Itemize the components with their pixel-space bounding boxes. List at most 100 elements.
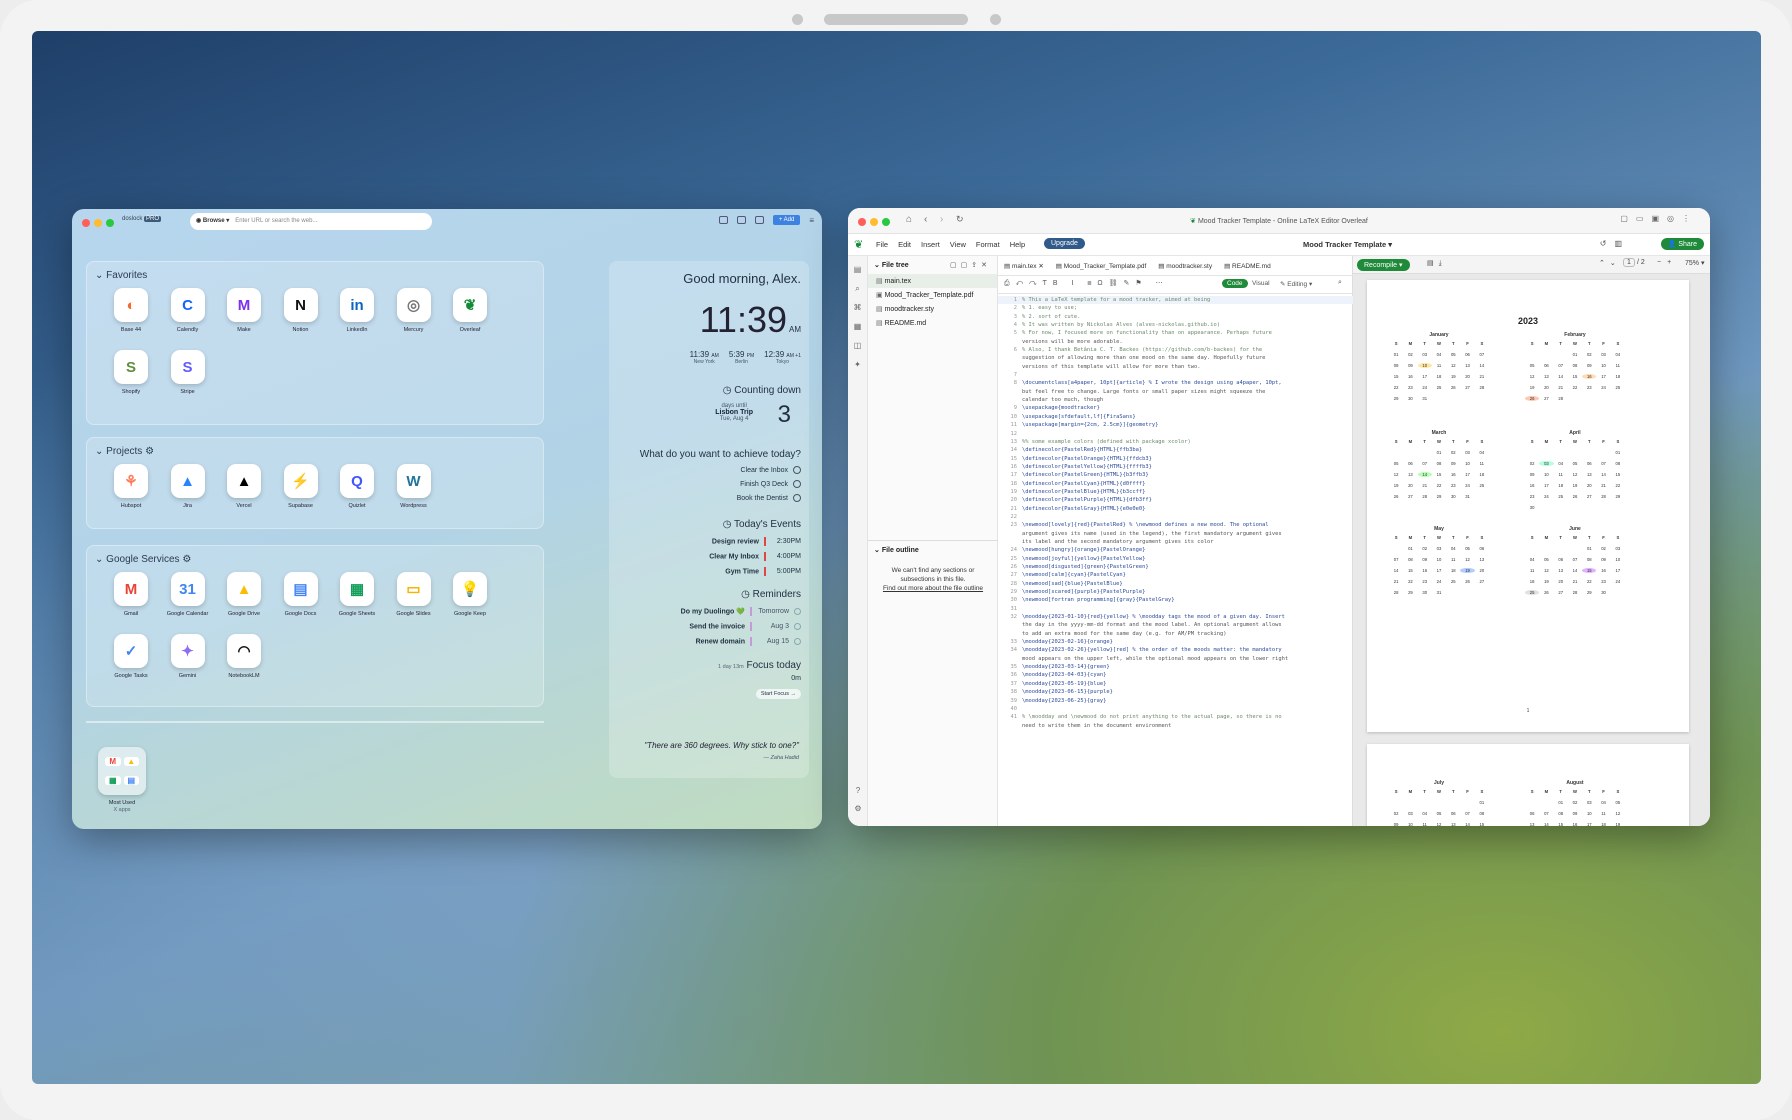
outline-link[interactable]: Find out more about the file outline (883, 585, 983, 592)
goal-item[interactable]: Book the Dentist (737, 494, 801, 502)
overleaf-logo-icon[interactable]: ❦ (854, 238, 863, 251)
app-google-sheets[interactable]: ▦ Google Sheets (327, 572, 387, 617)
app-hubspot[interactable]: ⚘ Hubspot (101, 464, 161, 509)
app-calendly[interactable]: C Calendly (158, 288, 218, 333)
app-base44[interactable]: ◐ Base 44 (101, 288, 161, 333)
reminder-checkbox[interactable] (794, 608, 801, 615)
zoom-dot[interactable] (106, 219, 114, 227)
menu-item[interactable]: Help (1010, 240, 1025, 249)
goal-item[interactable]: Clear the Inbox (737, 466, 801, 474)
month-name: April (1569, 430, 1581, 436)
add-button[interactable]: + Add (772, 215, 801, 225)
app-overleaf[interactable]: ❦ Overleaf (440, 288, 500, 333)
file-item[interactable]: ▣ Mood_Tracker_Template.pdf (868, 288, 997, 302)
folder-icon: M ▲ ▦ ▤ (98, 747, 146, 795)
recompile-button[interactable]: Recompile ▾ (1357, 259, 1410, 271)
day-cell: 09 (1422, 557, 1428, 562)
reminder-item[interactable]: Send the invoice Aug 3 (681, 622, 801, 631)
page-input[interactable]: 1 (1623, 258, 1635, 267)
app-gemini[interactable]: ✦ Gemini (158, 634, 218, 679)
app-google-calendar[interactable]: 31 Google Calendar (158, 572, 218, 617)
app-stripe[interactable]: S Stripe (158, 350, 218, 395)
app-google-drive[interactable]: ▲ Google Drive (214, 572, 274, 617)
code-line: 18 \definecolor{PastelCyan}{HTML}{d0ffff} (998, 480, 1353, 488)
app-gmail[interactable]: M Gmail (101, 572, 161, 617)
reminder-checkbox[interactable] (794, 623, 801, 630)
menu-item[interactable]: View (950, 240, 966, 249)
upgrade-button[interactable]: Upgrade (1044, 238, 1085, 249)
app-make[interactable]: M Make (214, 288, 274, 333)
editing-dropdown[interactable]: ✎ Editing ▾ (1280, 280, 1312, 288)
list-view-icon[interactable] (736, 216, 746, 224)
app-google-keep[interactable]: 💡 Google Keep (440, 572, 500, 617)
app-google-docs[interactable]: ▤ Google Docs (271, 572, 331, 617)
app-shopify[interactable]: S Shopify (101, 350, 161, 395)
event-item[interactable]: Clear My Inbox 4:00PM (709, 552, 801, 561)
history-layout-icons[interactable]: ↺▥ (1600, 239, 1630, 248)
zoom-dropdown[interactable]: 75% ▾ (1685, 259, 1704, 267)
weekday-label: T (1559, 341, 1562, 346)
page-nav-icons[interactable]: ⌃⌄ (1599, 259, 1621, 267)
rail-icons[interactable]: ▤ ⌕ ⌘ ▦ ◫ ✦ (848, 256, 867, 374)
menu-item[interactable]: Insert (921, 240, 940, 249)
reminder-item[interactable]: Renew domain Aug 15 (681, 637, 801, 646)
goal-checkbox[interactable] (793, 494, 801, 502)
grid-view-icon[interactable] (718, 216, 728, 224)
app-google-slides[interactable]: ▭ Google Slides (384, 572, 444, 617)
day-cell: 11 (1558, 472, 1563, 477)
visual-mode-toggle[interactable]: Visual (1252, 280, 1270, 287)
app-linkedin[interactable]: in LinkedIn (327, 288, 387, 333)
app-google-tasks[interactable]: ✓ Google Tasks (101, 634, 161, 679)
google-services-panel: ⌄ Google Services ⚙ M Gmail 31 Google Calen… (86, 545, 544, 707)
project-name[interactable]: Mood Tracker Template ▾ (1303, 240, 1392, 249)
menu-icon[interactable]: ≡ (809, 216, 814, 225)
most-used-folder[interactable]: M ▲ ▦ ▤ Most Used X apps (92, 747, 152, 813)
file-item[interactable]: ▤ moodtracker.sty (868, 302, 997, 316)
editor-tab[interactable]: ▤ README.md (1224, 262, 1271, 270)
app-mercury[interactable]: ◎ Mercury (384, 288, 444, 333)
app-supabase[interactable]: ⚡ Supabase (271, 464, 331, 509)
goal-checkbox[interactable] (793, 466, 801, 474)
day-cell: 14 (1479, 363, 1485, 368)
search-icon[interactable]: ⌕ (1338, 279, 1342, 287)
code-mode-toggle[interactable]: Code (1222, 279, 1248, 288)
file-tree-actions-icons[interactable]: ▢▢⇪✕ (950, 261, 991, 269)
editor-tab[interactable]: ▤ main.tex ✕ (1004, 262, 1044, 270)
log-download-icons[interactable]: ▤⤓ (1427, 259, 1447, 268)
app-wordpress[interactable]: W Wordpress (384, 464, 444, 509)
start-focus-button[interactable]: Start Focus → (755, 689, 801, 699)
display-icon[interactable] (754, 216, 764, 224)
minimize-dot[interactable] (94, 219, 102, 227)
event-item[interactable]: Gym Time 5:00PM (709, 567, 801, 576)
code-lines: 1 % This a LaTeX template for a mood trac… (998, 296, 1353, 730)
file-outline-header[interactable]: ⌄ File outline (874, 546, 919, 554)
launcher-titlebar: doslock PRO ◉ Browse ▾ Enter URL or searc… (72, 209, 822, 235)
help-settings-icons[interactable]: ? ⚙ (848, 782, 868, 818)
menu-item[interactable]: Edit (898, 240, 911, 249)
menu-item[interactable]: File (876, 240, 888, 249)
file-item[interactable]: ▤ README.md (868, 316, 997, 330)
goal-item[interactable]: Finish Q3 Deck (737, 480, 801, 488)
menu-item[interactable]: Format (976, 240, 1000, 249)
browse-dropdown[interactable]: Browse (203, 218, 225, 224)
editor-tab[interactable]: ▤ Mood_Tracker_Template.pdf (1056, 262, 1146, 270)
goal-checkbox[interactable] (793, 480, 801, 488)
share-button[interactable]: 👤 Share (1660, 238, 1704, 250)
app-quizlet[interactable]: Q Quizlet (327, 464, 387, 509)
app-vercel[interactable]: ▲ Vercel (214, 464, 274, 509)
close-dot[interactable] (82, 219, 90, 227)
reminder-item[interactable]: Do my Duolingo 💚 Tomorrow (681, 607, 801, 616)
reminder-checkbox[interactable] (794, 638, 801, 645)
file-item[interactable]: ▤ main.tex (868, 274, 997, 288)
url-bar[interactable]: ◉ Browse ▾ Enter URL or search the web... (190, 213, 432, 230)
zoom-icons[interactable]: −+ (1657, 259, 1677, 266)
day-cell: 22 (1586, 579, 1592, 584)
app-jira[interactable]: ▲ Jira (158, 464, 218, 509)
app-notebooklm[interactable]: ◠ NotebookLM (214, 634, 274, 679)
editor-tab[interactable]: ▤ moodtracker.sty (1158, 262, 1212, 270)
app-notion[interactable]: N Notion (271, 288, 331, 333)
browser-tools-icons[interactable]: ▢▭▣◎⋮ (1620, 214, 1698, 223)
format-icons[interactable]: ⎙↶↷ƬB I ≣Ω⛓✎⚑ ⋯ (1004, 279, 1169, 288)
event-item[interactable]: Design review 2:30PM (709, 537, 801, 546)
code-editor[interactable]: ▤ main.tex ✕ ▤ Mood_Tracker_Template.pdf ▤… (998, 256, 1353, 826)
